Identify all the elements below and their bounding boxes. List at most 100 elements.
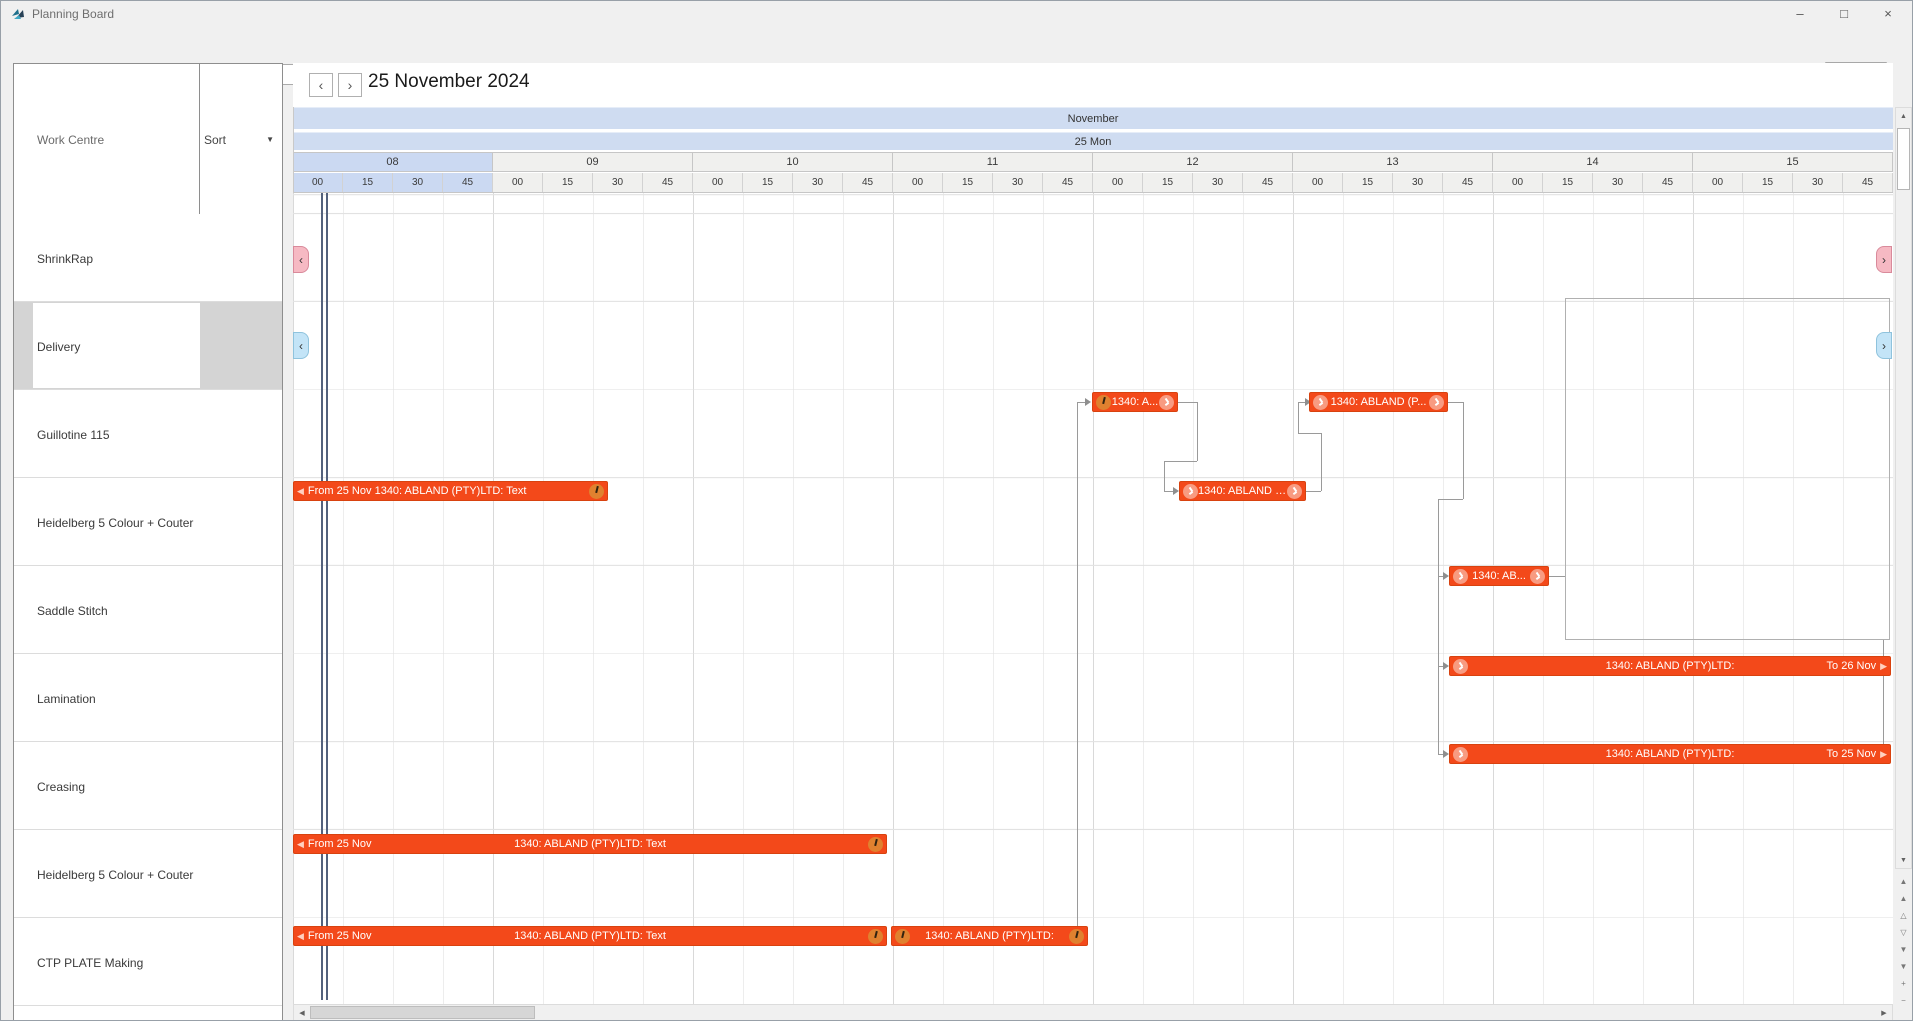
- to-date-label: To 26 Nov: [1827, 660, 1877, 672]
- work-centre-row[interactable]: CTP PLATE Making: [14, 918, 282, 1006]
- title-bar: Planning Board – □ ×: [1, 1, 1912, 27]
- vertical-scrollbar-thumb[interactable]: [1897, 128, 1910, 190]
- task-bar[interactable]: 1340: AB...: [1449, 566, 1549, 586]
- dependency-line: [1298, 402, 1305, 403]
- work-centre-row[interactable]: Saddle Stitch: [14, 566, 282, 654]
- minute-header-cell: 15: [1343, 173, 1393, 192]
- work-centre-row[interactable]: Heidelberg 5 Colour + Couter: [14, 830, 282, 918]
- clock-icon: [1530, 569, 1545, 584]
- horizontal-scrollbar-thumb[interactable]: [310, 1006, 535, 1019]
- minute-header-cell: 15: [1743, 173, 1793, 192]
- scroll-down-icon[interactable]: ▼: [1896, 852, 1911, 868]
- dependency-outline: [1565, 298, 1890, 640]
- task-bar-right-group: [868, 929, 883, 944]
- scroll-left-icon[interactable]: ◀: [294, 1005, 310, 1020]
- prev-day-button[interactable]: ‹: [309, 73, 333, 97]
- task-label: 1340: ABLAND (PTY)LTD: Text: [294, 930, 886, 942]
- current-time-line: [321, 193, 323, 1000]
- close-button[interactable]: ×: [1866, 1, 1910, 25]
- row-nav-button-6[interactable]: +: [1896, 975, 1911, 992]
- horizontal-scrollbar[interactable]: ◀ ▶: [293, 1004, 1893, 1021]
- offscreen-task-chip-left[interactable]: ‹: [293, 246, 309, 273]
- row-nav-button-2[interactable]: △: [1896, 907, 1911, 924]
- sort-dropdown[interactable]: Sort: [204, 133, 226, 147]
- minute-header-cell: 45: [1043, 173, 1093, 192]
- work-centre-label: CTP PLATE Making: [37, 956, 143, 970]
- minute-header-cell: 00: [1693, 173, 1743, 192]
- work-centre-header: Work Centre Sort ▼: [14, 64, 282, 215]
- offscreen-task-chip-right[interactable]: ›: [1876, 332, 1892, 359]
- task-bar[interactable]: ◀From 25 Nov1340: ABLAND (PTY)LTD: Text: [293, 834, 887, 854]
- schedule-area: ‹ › 25 November 2024 November 25 Mon 080…: [293, 63, 1893, 1004]
- scroll-right-icon[interactable]: ▶: [1876, 1005, 1892, 1020]
- gantt-grid[interactable]: ◀From 25 Nov1340: ABLAND (PTY)LTD: Text1…: [293, 193, 1893, 1004]
- minimize-button[interactable]: –: [1778, 1, 1822, 25]
- row-nav-button-3[interactable]: ▽: [1896, 924, 1911, 941]
- minute-header-cell: 45: [1843, 173, 1893, 192]
- work-centre-row[interactable]: Heidelberg 5 Colour + Couter: [14, 478, 282, 566]
- dependency-line: [1077, 402, 1078, 926]
- minute-header-cell: 45: [443, 173, 493, 192]
- minute-header-cell: 30: [1793, 173, 1843, 192]
- row-nav-button-1[interactable]: ▲: [1896, 890, 1911, 907]
- hour-header-cell: 13: [1293, 153, 1493, 171]
- minute-header-cell: 00: [893, 173, 943, 192]
- task-bar[interactable]: 1340: ABLAND (...: [1179, 481, 1306, 501]
- task-bar[interactable]: ◀From 25 Nov1340: ABLAND (PTY)LTD: Text: [293, 926, 887, 946]
- offscreen-task-chip-left[interactable]: ‹: [293, 332, 309, 359]
- work-centre-panel: Work Centre Sort ▼ ShrinkRap DeliveryGuil…: [13, 63, 283, 1021]
- task-label: 1340: ABLAND (PTY)LTD: Text: [294, 838, 886, 850]
- continues-left-icon: ◀: [297, 486, 304, 497]
- row-navigation-buttons: ▲▲△▽▼▼+−: [1895, 873, 1912, 1009]
- task-bar[interactable]: ◀From 25 Nov1340: ABLAND (PTY)LTD: Text: [293, 481, 608, 501]
- work-centre-column-header: Work Centre: [37, 133, 104, 147]
- vertical-scrollbar[interactable]: ▲ ▼: [1895, 107, 1912, 869]
- hour-header-cell: 14: [1493, 153, 1693, 171]
- clock-icon: [1453, 747, 1468, 762]
- dependency-line: [1298, 402, 1299, 433]
- task-bar-left-group: ◀From 25 Nov: [297, 838, 372, 850]
- task-bar[interactable]: 1340: ABLAND (PTY)LTD:To 25 Nov▶: [1449, 744, 1891, 764]
- minute-header-cell: 00: [1293, 173, 1343, 192]
- alert-icon: [589, 484, 604, 499]
- work-centre-row[interactable]: Delivery: [14, 302, 282, 390]
- row-nav-button-5[interactable]: ▼: [1896, 958, 1911, 975]
- row-nav-button-7[interactable]: −: [1896, 992, 1911, 1009]
- row-nav-button-0[interactable]: ▲: [1896, 873, 1911, 890]
- task-label: 1340: A...: [1111, 396, 1159, 408]
- dependency-line: [1438, 499, 1463, 500]
- task-bar-left-group: [1453, 747, 1468, 762]
- work-centre-row[interactable]: Creasing: [14, 742, 282, 830]
- task-bar[interactable]: 1340: ABLAND (PTY)LTD:: [891, 926, 1088, 946]
- window-controls: – □ ×: [1778, 1, 1910, 25]
- work-centre-row[interactable]: Lamination: [14, 654, 282, 742]
- dependency-line: [1164, 461, 1197, 462]
- work-centre-row[interactable]: Guillotine 115: [14, 390, 282, 478]
- task-bar-right-group: [1159, 395, 1174, 410]
- clock-icon: [1183, 484, 1198, 499]
- sort-dropdown-arrow-icon[interactable]: ▼: [266, 135, 274, 144]
- work-centre-row[interactable]: ShrinkRap: [14, 214, 282, 302]
- task-bar[interactable]: 1340: ABLAND (P...: [1309, 392, 1448, 412]
- row-nav-button-4[interactable]: ▼: [1896, 941, 1911, 958]
- clock-icon: [1429, 395, 1444, 410]
- task-bar-left-group: ◀From 25 Nov: [297, 930, 372, 942]
- maximize-button[interactable]: □: [1822, 1, 1866, 25]
- task-bar-left-group: [1096, 395, 1111, 410]
- work-centre-label: ShrinkRap: [37, 252, 93, 266]
- dependency-line: [1164, 461, 1165, 491]
- scroll-up-icon[interactable]: ▲: [1896, 108, 1911, 124]
- next-day-button[interactable]: ›: [338, 73, 362, 97]
- minute-header-cell: 00: [1093, 173, 1143, 192]
- minute-header-cell: 30: [1593, 173, 1643, 192]
- current-time-line: [326, 193, 328, 1000]
- task-bar[interactable]: 1340: A...: [1092, 392, 1178, 412]
- task-label: 1340: ABLAND (...: [1198, 485, 1287, 497]
- toolbar: Day Start: 8 ▲ ▼ Day End: 17 ▲ ▼ Block T…: [1, 28, 1912, 64]
- offscreen-task-chip-right[interactable]: ›: [1876, 246, 1892, 273]
- dependency-arrow-icon: [1085, 398, 1091, 406]
- hour-header-cell: 08: [293, 153, 493, 171]
- task-bar-right-group: [1287, 484, 1302, 499]
- task-bar-right-group: [1429, 395, 1444, 410]
- task-bar[interactable]: 1340: ABLAND (PTY)LTD:To 26 Nov▶: [1449, 656, 1891, 676]
